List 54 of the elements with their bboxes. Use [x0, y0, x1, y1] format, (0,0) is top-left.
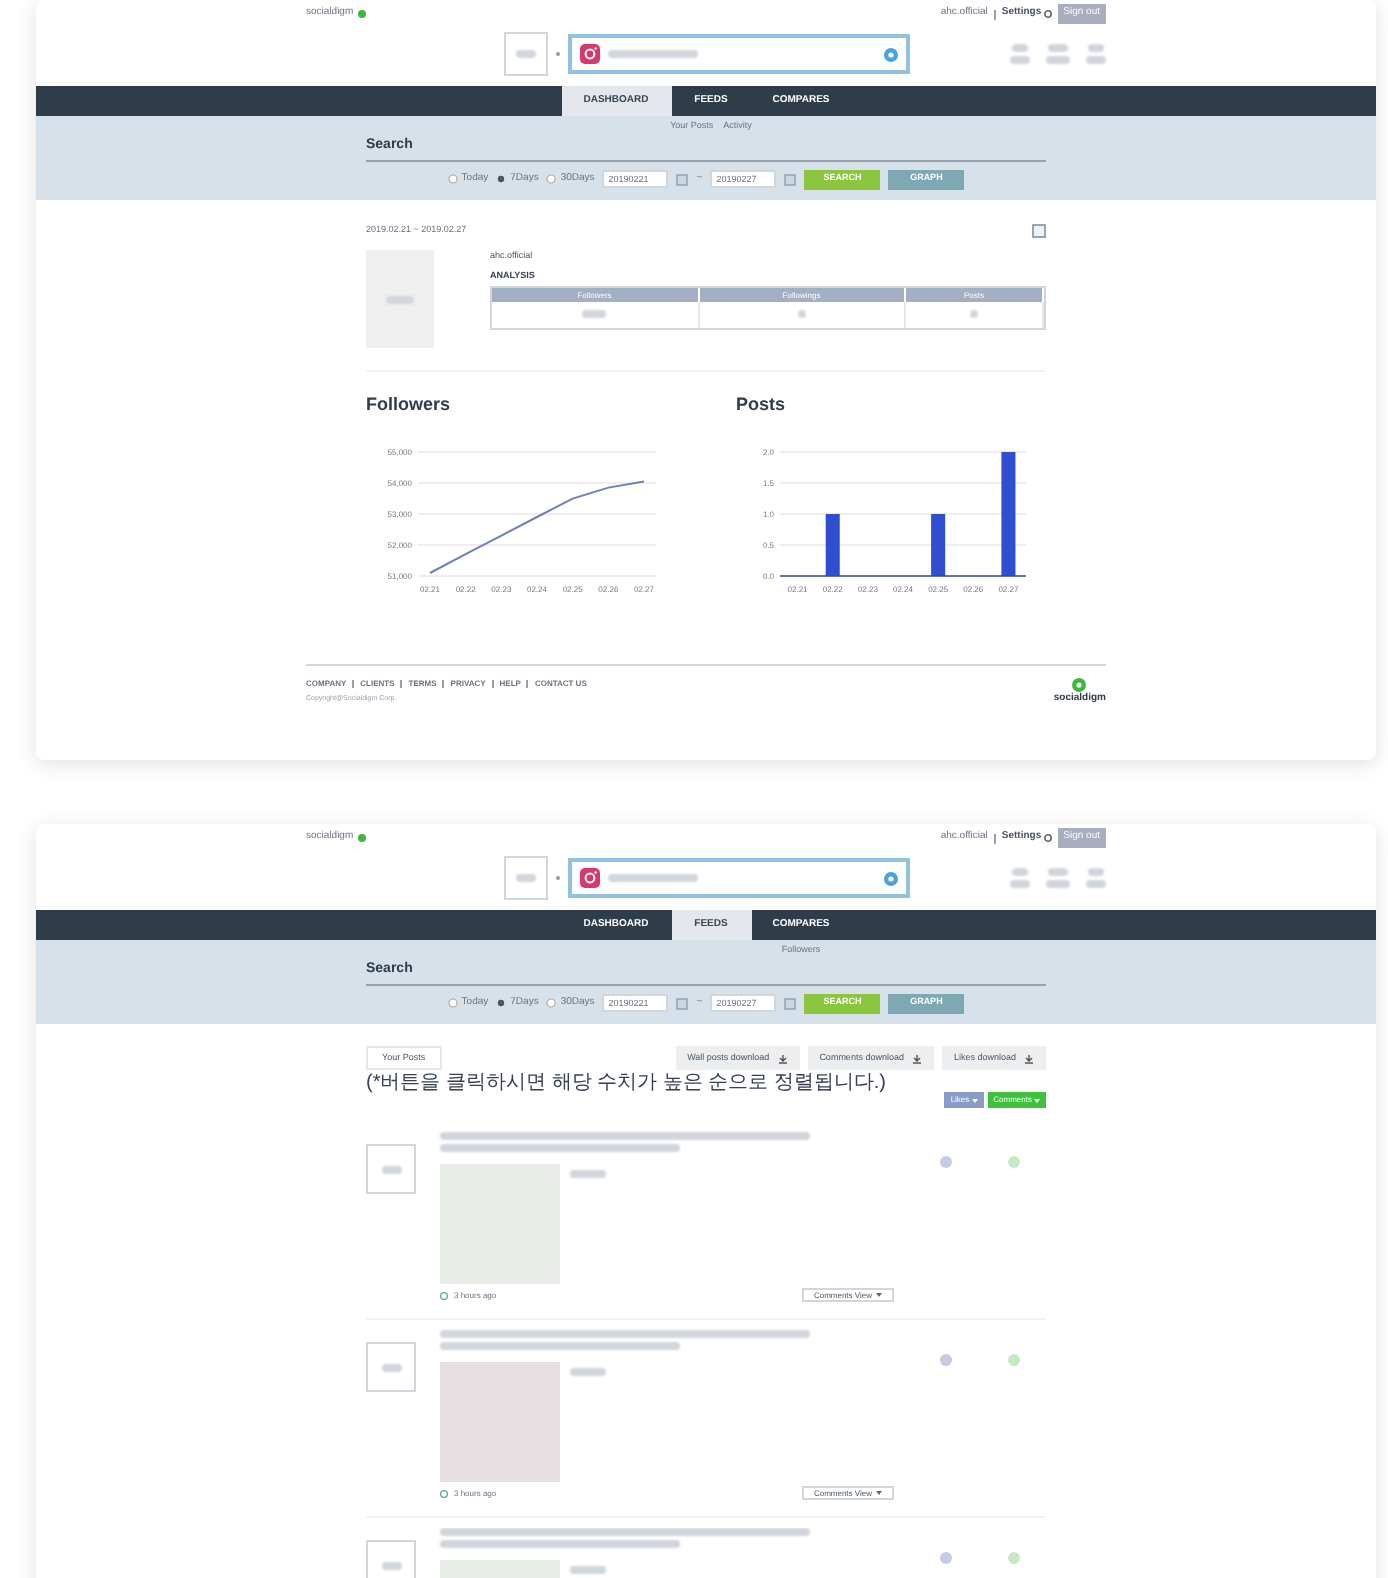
blurred-text — [1046, 56, 1070, 64]
blurred-text — [607, 874, 697, 882]
caret-icon — [1034, 1097, 1040, 1103]
comments-count-icon — [1008, 1156, 1020, 1168]
blurred-text — [515, 874, 535, 882]
chart-title: Posts — [736, 392, 788, 418]
account-search-field[interactable] — [567, 858, 909, 898]
comments-count-icon — [1008, 1354, 1020, 1366]
posts-bar — [825, 513, 840, 575]
blurred-text — [1046, 880, 1070, 888]
instagram-icon — [579, 868, 599, 888]
likes-count-icon — [940, 1552, 952, 1564]
blurred-text — [515, 50, 535, 58]
clock-icon — [440, 1291, 448, 1299]
blurred-text — [570, 1566, 606, 1574]
clock-icon — [440, 1489, 448, 1497]
chart-title: Followers — [366, 392, 453, 418]
account-search-field[interactable] — [567, 34, 909, 74]
logo-dot-icon — [357, 10, 366, 18]
blurred-text — [797, 310, 806, 318]
calendar-icon — [676, 173, 689, 185]
clear-icon — [883, 871, 897, 885]
download-icon — [911, 1053, 922, 1063]
comments-count-icon — [1008, 1552, 1020, 1564]
gear-icon — [1043, 10, 1052, 18]
blurred-text — [570, 1170, 606, 1178]
sort-note-text: (*버튼을 클릭하시면 해당 수치가 높은 순으로 정렬됩니다.) — [366, 1072, 888, 1096]
posts-bar — [1001, 451, 1016, 575]
blurred-text — [381, 1363, 401, 1371]
calendar-icon — [784, 173, 797, 185]
blurred-text — [970, 310, 978, 318]
posts-bar — [931, 513, 946, 575]
clear-icon — [883, 47, 897, 61]
gear-icon — [1043, 834, 1052, 842]
calendar-icon — [676, 997, 689, 1009]
logo-dot-icon — [357, 834, 366, 842]
export-icon — [1032, 224, 1046, 238]
blurred-text — [381, 1561, 401, 1569]
blurred-text — [381, 1165, 401, 1173]
caret-icon — [971, 1097, 978, 1103]
blurred-text — [582, 310, 607, 318]
instagram-icon — [579, 44, 599, 64]
caret-icon — [876, 1490, 882, 1496]
photo-placeholder — [440, 1164, 560, 1284]
caret-icon — [876, 1292, 882, 1298]
likes-count-icon — [940, 1354, 952, 1366]
logo-icon — [1072, 677, 1087, 691]
calendar-icon — [784, 997, 797, 1009]
blurred-text — [607, 50, 697, 58]
download-icon — [777, 1053, 788, 1063]
photo-placeholder — [440, 1362, 560, 1482]
download-icon — [1024, 1053, 1034, 1063]
blurred-text — [570, 1368, 606, 1376]
likes-count-icon — [940, 1156, 952, 1168]
